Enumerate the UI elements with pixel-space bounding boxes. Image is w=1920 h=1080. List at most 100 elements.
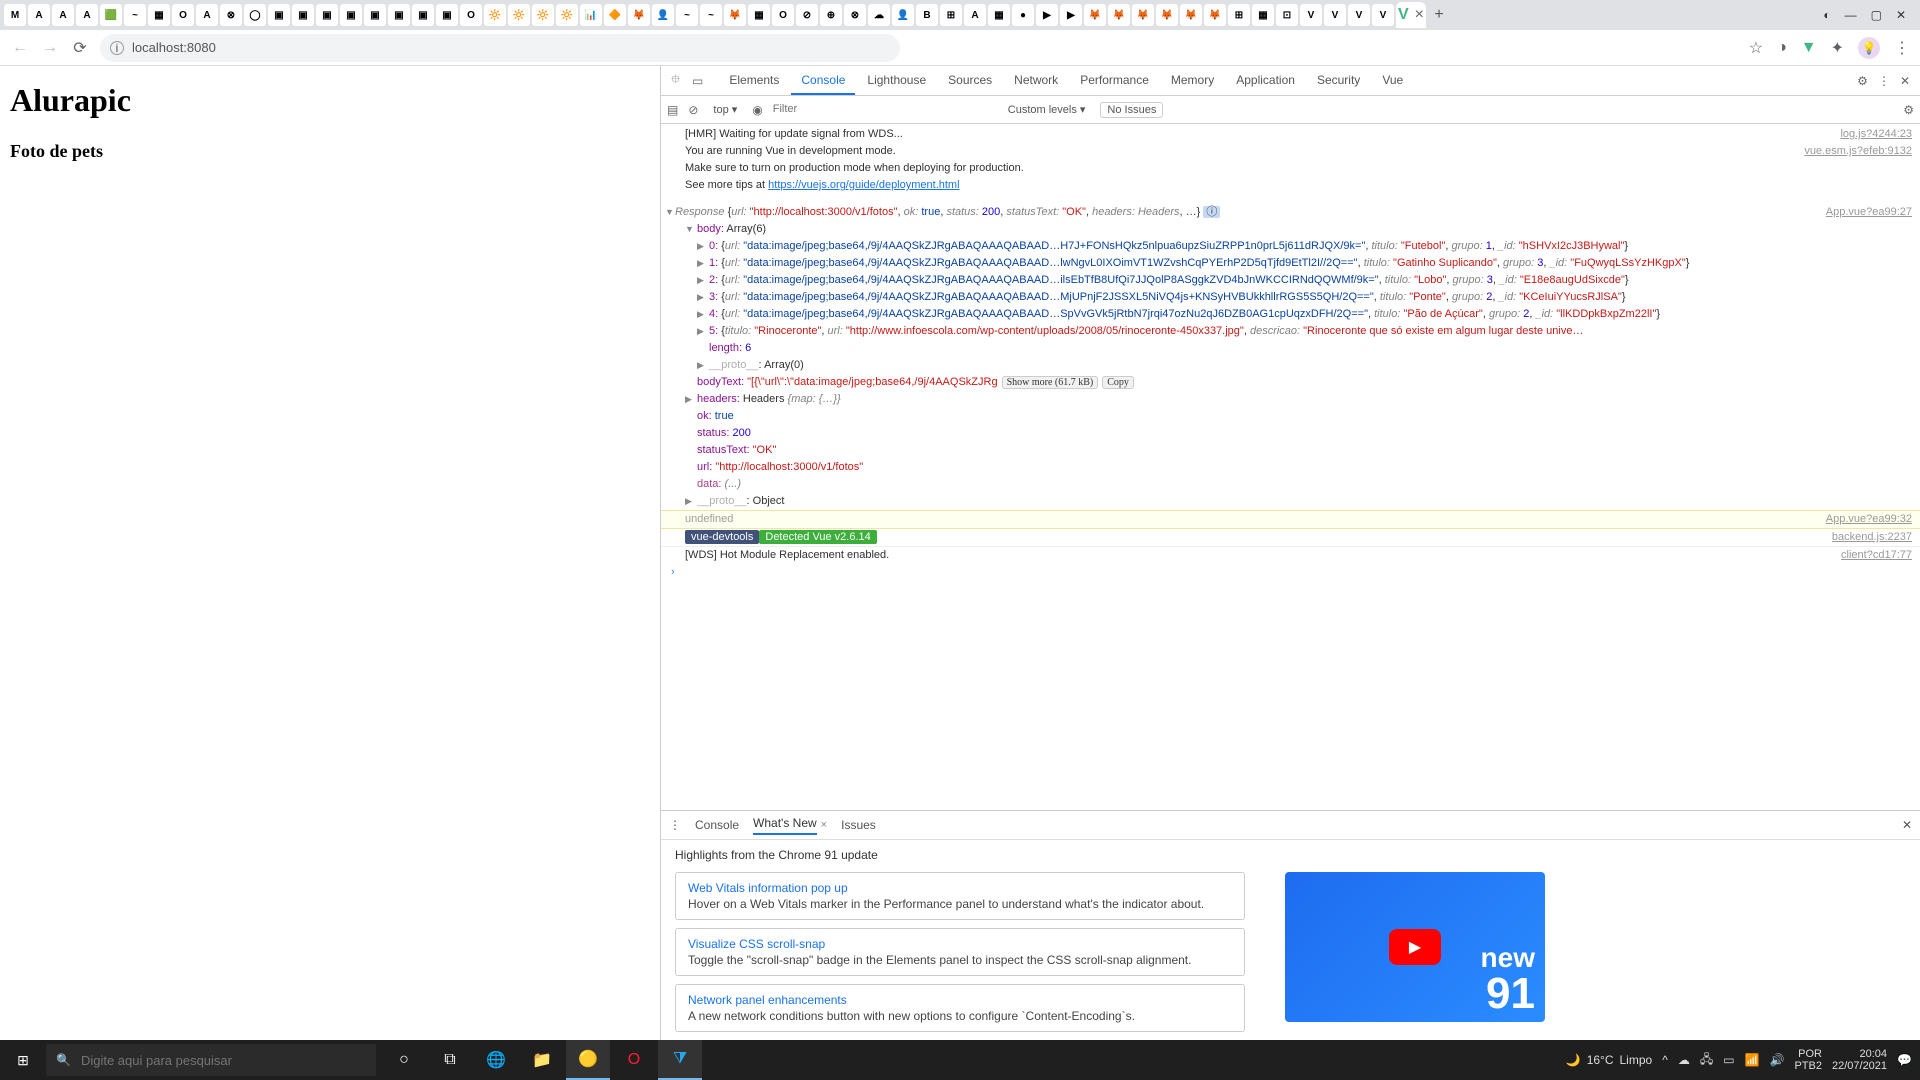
devtools-close-icon[interactable]: ✕ xyxy=(1900,74,1910,88)
source-link[interactable]: App.vue?ea99:32 xyxy=(1806,512,1912,527)
tab-favicon[interactable]: ▦ xyxy=(1252,4,1274,26)
expand-icon[interactable]: ▶ xyxy=(697,273,704,288)
devtools-tab-memory[interactable]: Memory xyxy=(1161,67,1224,95)
tab-favicon[interactable]: ▣ xyxy=(340,4,362,26)
tab-favicon[interactable]: ▣ xyxy=(268,4,290,26)
expand-icon[interactable]: ▼ xyxy=(685,222,694,237)
devtools-tab-network[interactable]: Network xyxy=(1004,67,1068,95)
tab-favicon[interactable]: 🔆 xyxy=(484,4,506,26)
notifications-icon[interactable]: 💬 xyxy=(1897,1053,1912,1067)
tab-favicon[interactable]: ▦ xyxy=(988,4,1010,26)
copy-button[interactable]: Copy xyxy=(1102,376,1134,389)
info-icon[interactable]: ⓘ xyxy=(1203,206,1220,218)
opera-icon[interactable]: O xyxy=(612,1040,656,1080)
tab-favicon[interactable]: ⊞ xyxy=(1228,4,1250,26)
eye-icon[interactable]: ◉ xyxy=(752,103,762,117)
devtools-tab-console[interactable]: Console xyxy=(791,67,855,95)
devtools-tab-security[interactable]: Security xyxy=(1307,67,1370,95)
tab-favicon[interactable]: ~ xyxy=(124,4,146,26)
tab-favicon[interactable]: ⊗ xyxy=(220,4,242,26)
new-tab-button[interactable]: + xyxy=(1428,6,1450,24)
minimize-icon[interactable]: — xyxy=(1845,8,1857,22)
filter-input[interactable] xyxy=(773,103,993,116)
account-icon[interactable]: ◐ xyxy=(1823,8,1830,22)
expand-icon[interactable]: ▶ xyxy=(697,256,704,271)
tab-favicon[interactable]: ▣ xyxy=(412,4,434,26)
expand-icon[interactable]: ▶ xyxy=(697,239,704,254)
tab-favicon[interactable]: ⊘ xyxy=(796,4,818,26)
ext-icon[interactable]: ◑ xyxy=(1777,39,1787,57)
lang1[interactable]: POR xyxy=(1794,1048,1822,1060)
tab-favicon[interactable]: O xyxy=(172,4,194,26)
expand-icon[interactable]: ▶ xyxy=(685,392,692,407)
source-link[interactable]: backend.js:2237 xyxy=(1812,530,1912,545)
tab-favicon[interactable]: V xyxy=(1324,4,1346,26)
profile-avatar[interactable]: 💡 xyxy=(1858,37,1880,59)
devtools-tab-vue[interactable]: Vue xyxy=(1372,67,1413,95)
tab-favicon[interactable]: 🦊 xyxy=(1156,4,1178,26)
tab-favicon[interactable]: 📊 xyxy=(580,4,602,26)
whatsnew-card[interactable]: Visualize CSS scroll-snapToggle the "scr… xyxy=(675,928,1245,976)
taskview-icon[interactable]: ⧉ xyxy=(428,1040,472,1080)
devtools-tab-sources[interactable]: Sources xyxy=(938,67,1002,95)
expand-icon[interactable]: ▶ xyxy=(697,358,704,373)
expand-icon[interactable]: ▶ xyxy=(697,324,704,339)
tab-favicon[interactable]: 🦊 xyxy=(1084,4,1106,26)
source-link[interactable]: App.vue?ea99:27 xyxy=(1806,205,1912,220)
tab-favicon[interactable]: ⊗ xyxy=(844,4,866,26)
tray-chevron-icon[interactable]: ^ xyxy=(1662,1053,1668,1067)
tab-favicon[interactable]: ▣ xyxy=(388,4,410,26)
battery-icon[interactable]: ▭ xyxy=(1723,1053,1734,1067)
devtools-tab-elements[interactable]: Elements xyxy=(719,67,789,95)
tab-favicon[interactable]: ◯ xyxy=(244,4,266,26)
explorer-icon[interactable]: 📁 xyxy=(520,1040,564,1080)
network-icon[interactable]: 🖧 xyxy=(1700,1050,1713,1071)
console-prompt-icon[interactable]: › xyxy=(671,565,675,580)
tab-favicon[interactable]: ▶ xyxy=(1060,4,1082,26)
onedrive-icon[interactable]: ☁ xyxy=(1678,1053,1690,1067)
tab-favicon[interactable]: ▣ xyxy=(316,4,338,26)
drawer-tab-whatsnew[interactable]: What's New xyxy=(753,816,817,835)
tab-favicon[interactable]: A xyxy=(52,4,74,26)
sidebar-toggle-icon[interactable]: ▤ xyxy=(667,103,678,117)
url-input[interactable]: i localhost:8080 xyxy=(100,34,900,62)
tab-favicon[interactable]: A xyxy=(76,4,98,26)
tab-favicon[interactable]: 👤 xyxy=(892,4,914,26)
console-settings-icon[interactable]: ⚙ xyxy=(1903,103,1914,117)
tab-favicon[interactable]: A xyxy=(196,4,218,26)
source-link[interactable]: vue.esm.js?efeb:9132 xyxy=(1784,144,1912,159)
vscode-icon[interactable]: ⧩ xyxy=(658,1040,702,1080)
search-input[interactable] xyxy=(81,1053,366,1068)
tab-favicon[interactable]: M xyxy=(4,4,26,26)
source-link[interactable]: log.js?4244:23 xyxy=(1820,127,1912,142)
menu-icon[interactable]: ⋮ xyxy=(1894,38,1910,58)
tab-favicon[interactable]: A xyxy=(28,4,50,26)
expand-icon[interactable]: ▶ xyxy=(697,290,704,305)
video-thumbnail[interactable]: ▶ new91 xyxy=(1285,872,1545,1022)
tab-favicon[interactable]: ☁ xyxy=(868,4,890,26)
vue-ext-icon[interactable]: ▼ xyxy=(1801,39,1817,57)
tab-favicon[interactable]: ⊡ xyxy=(1276,4,1298,26)
lang2[interactable]: PTB2 xyxy=(1794,1060,1822,1072)
tab-favicon[interactable]: V xyxy=(1372,4,1394,26)
devtools-tab-performance[interactable]: Performance xyxy=(1070,67,1159,95)
tab-favicon[interactable]: ⊕ xyxy=(820,4,842,26)
tab-favicon[interactable]: V xyxy=(1300,4,1322,26)
forward-button[interactable]: → xyxy=(40,39,60,57)
expand-icon[interactable]: ▶ xyxy=(697,307,704,322)
tab-favicon[interactable]: ● xyxy=(1012,4,1034,26)
back-button[interactable]: ← xyxy=(10,39,30,57)
source-link[interactable]: client?cd17:77 xyxy=(1821,548,1912,563)
chrome-icon[interactable]: 🟡 xyxy=(566,1040,610,1080)
drawer-tab-issues[interactable]: Issues xyxy=(841,818,876,832)
tab-favicon[interactable]: 🦊 xyxy=(724,4,746,26)
tab-favicon[interactable]: O xyxy=(772,4,794,26)
tab-favicon[interactable]: 🦊 xyxy=(1132,4,1154,26)
tab-favicon[interactable]: A xyxy=(964,4,986,26)
whatsnew-card[interactable]: Web Vitals information pop upHover on a … xyxy=(675,872,1245,920)
deployment-link[interactable]: https://vuejs.org/guide/deployment.html xyxy=(768,179,959,191)
log-levels-selector[interactable]: Custom levels ▾ xyxy=(1003,100,1091,119)
tab-favicon[interactable]: O xyxy=(460,4,482,26)
tab-favicon[interactable]: 🔆 xyxy=(556,4,578,26)
star-icon[interactable]: ☆ xyxy=(1749,38,1763,58)
